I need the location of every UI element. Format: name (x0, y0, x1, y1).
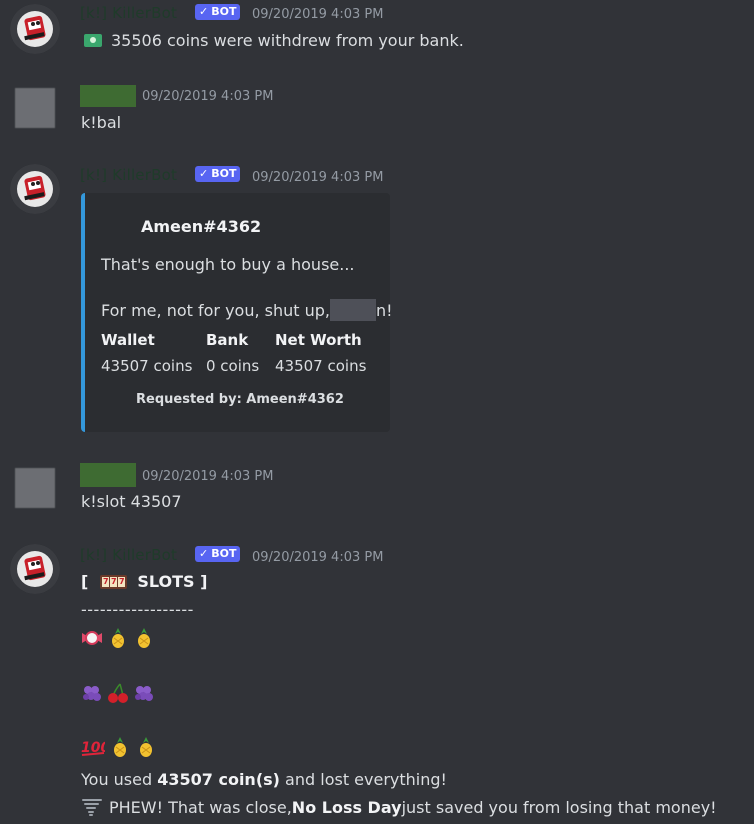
bot-badge-label: BOT (211, 5, 237, 18)
redacted-name (330, 299, 376, 321)
field-bank-value: 0 coins (206, 357, 260, 375)
candy-icon (81, 627, 103, 655)
grapes-icon (81, 682, 103, 710)
user-name-redacted[interactable] (80, 463, 136, 487)
message-timestamp: 09/20/2019 4:03 PM (142, 469, 274, 484)
killerbot-logo-icon (10, 4, 60, 54)
check-icon: ✓ (199, 547, 209, 560)
hundred-icon: 100 (81, 736, 110, 764)
field-bank-name: Bank (206, 331, 249, 349)
bot-avatar[interactable] (10, 164, 60, 214)
user-avatar[interactable] (15, 468, 55, 508)
field-networth-name: Net Worth (275, 331, 362, 349)
message-timestamp: 09/20/2019 4:03 PM (252, 170, 384, 185)
user-name-redacted[interactable] (80, 85, 136, 107)
tornado-icon (81, 797, 103, 817)
check-icon: ✓ (199, 167, 209, 180)
author-name[interactable]: [k!] KillerBot (80, 546, 177, 564)
cherries-icon (107, 682, 129, 710)
phew-text-end: just saved you from losing that money! (401, 797, 717, 817)
pineapple-icon (107, 627, 129, 655)
bot-badge-label: BOT (211, 547, 237, 560)
embed-footer: Requested by: Ameen#4362 (136, 392, 344, 407)
field-networth-value: 43507 coins (275, 357, 367, 375)
pineapple-icon (133, 627, 155, 655)
slots-phew-line: PHEW! That was close, No Loss Day just s… (81, 797, 717, 817)
pineapple-icon (109, 736, 131, 764)
bot-badge: ✓ BOT (195, 166, 241, 182)
bot-avatar[interactable] (10, 4, 60, 54)
user-avatar[interactable] (15, 88, 55, 128)
balance-embed: Ameen#4362 That's enough to buy a house.… (81, 193, 393, 432)
embed-line2-end: n! (376, 300, 393, 320)
bot-avatar[interactable] (10, 544, 60, 594)
message-timestamp: 09/20/2019 4:03 PM (252, 7, 384, 22)
bot-badge-label: BOT (211, 167, 237, 180)
result-text-end: and lost everything! (279, 770, 447, 789)
message-text: k!slot 43507 (81, 492, 182, 511)
no-loss-day-label: No Loss Day (291, 797, 402, 817)
slot-machine-icon: 7 7 7 (100, 574, 128, 589)
killerbot-logo-icon (10, 544, 60, 594)
embed-title[interactable]: Ameen#4362 (141, 217, 261, 236)
slots-result-line: You used 43507 coin(s) and lost everythi… (81, 770, 447, 789)
slots-header: [ 7 7 7 SLOTS ] (81, 572, 207, 591)
pineapple-icon (135, 736, 157, 764)
author-name[interactable]: [k!] KillerBot (80, 166, 177, 184)
author-name[interactable]: [k!] KillerBot (80, 4, 177, 22)
message-text: 35506 coins were withdrew from your bank… (111, 31, 464, 50)
embed-description-line2: For me, not for you, shut up, n! (101, 299, 393, 321)
embed-line2-start: For me, not for you, shut up, (101, 300, 330, 320)
message-timestamp: 09/20/2019 4:03 PM (252, 550, 384, 565)
slots-header-open: [ (81, 572, 89, 591)
bot-badge: ✓ BOT (195, 546, 241, 562)
embed-description-line1: That's enough to buy a house... (101, 255, 355, 274)
slots-divider: ------------------ (81, 600, 194, 619)
slot-row-2 (81, 682, 155, 710)
slot-row-1 (81, 627, 155, 655)
grapes-icon (133, 682, 155, 710)
result-amount: 43507 coin(s) (157, 770, 280, 789)
message-text: k!bal (81, 113, 122, 132)
dollar-bill-icon (84, 34, 102, 47)
message-content: 35506 coins were withdrew from your bank… (84, 31, 464, 50)
slot-row-3: 100 (81, 736, 157, 764)
check-icon: ✓ (199, 5, 209, 18)
field-wallet-value: 43507 coins (101, 357, 193, 375)
phew-text-start: PHEW! That was close, (109, 797, 292, 817)
bot-badge: ✓ BOT (195, 4, 241, 20)
field-wallet-name: Wallet (101, 331, 155, 349)
message-timestamp: 09/20/2019 4:03 PM (142, 89, 274, 104)
killerbot-logo-icon (10, 164, 60, 214)
result-text-start: You used (81, 770, 158, 789)
slots-header-title: SLOTS ] (137, 572, 208, 591)
